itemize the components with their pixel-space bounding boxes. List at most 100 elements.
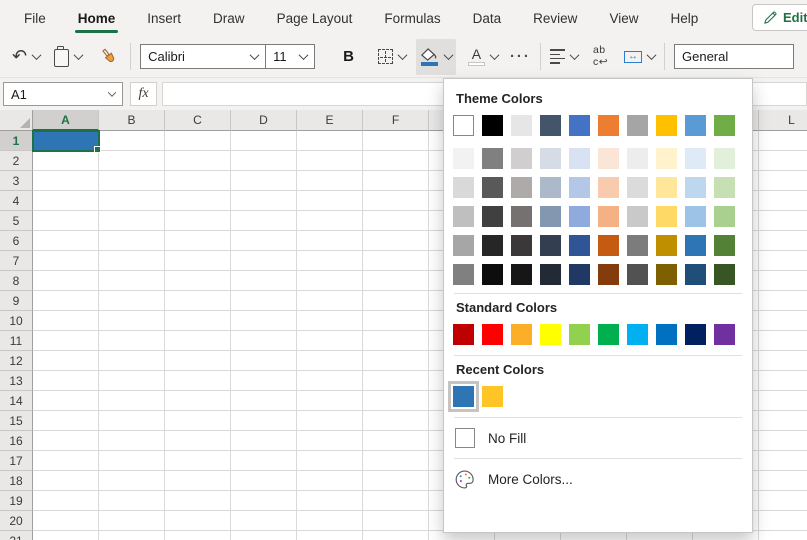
theme-variant-4-swatch-9[interactable] (714, 264, 735, 285)
column-header-A[interactable]: A (33, 110, 99, 131)
cell-E4[interactable] (297, 191, 363, 211)
theme-variant-1-swatch-1[interactable] (482, 177, 503, 198)
cell-E21[interactable] (297, 531, 363, 540)
theme-color-swatch-6[interactable] (627, 115, 648, 136)
cell-C4[interactable] (165, 191, 231, 211)
cell-A10[interactable] (33, 311, 99, 331)
theme-variant-1-swatch-6[interactable] (627, 177, 648, 198)
chevron-down-icon[interactable] (74, 50, 84, 60)
cell-B6[interactable] (99, 231, 165, 251)
cell-B13[interactable] (99, 371, 165, 391)
cell-F9[interactable] (363, 291, 429, 311)
cell-F16[interactable] (363, 431, 429, 451)
menu-tab-insert[interactable]: Insert (131, 0, 197, 36)
cell-E7[interactable] (297, 251, 363, 271)
cell-E18[interactable] (297, 471, 363, 491)
theme-variant-2-swatch-4[interactable] (569, 206, 590, 227)
cell-F19[interactable] (363, 491, 429, 511)
cell-B17[interactable] (99, 451, 165, 471)
cell-D4[interactable] (231, 191, 297, 211)
cell-L20[interactable] (759, 511, 807, 531)
cell-D6[interactable] (231, 231, 297, 251)
theme-color-swatch-3[interactable] (540, 115, 561, 136)
recent-color-swatch-0[interactable] (453, 386, 474, 407)
row-header-14[interactable]: 14 (0, 391, 33, 411)
recent-color-swatch-1[interactable] (482, 386, 503, 407)
cell-C21[interactable] (165, 531, 231, 540)
row-header-15[interactable]: 15 (0, 411, 33, 431)
theme-variant-2-swatch-8[interactable] (685, 206, 706, 227)
cell-E14[interactable] (297, 391, 363, 411)
cell-A6[interactable] (33, 231, 99, 251)
cell-F10[interactable] (363, 311, 429, 331)
row-header-4[interactable]: 4 (0, 191, 33, 211)
standard-color-swatch-2[interactable] (511, 324, 532, 345)
cell-E17[interactable] (297, 451, 363, 471)
row-header-1[interactable]: 1 (0, 131, 33, 151)
cell-B1[interactable] (99, 131, 165, 151)
font-size-select[interactable]: 11 (265, 44, 315, 69)
cell-L14[interactable] (759, 391, 807, 411)
cell-C14[interactable] (165, 391, 231, 411)
row-header-9[interactable]: 9 (0, 291, 33, 311)
row-header-20[interactable]: 20 (0, 511, 33, 531)
row-header-19[interactable]: 19 (0, 491, 33, 511)
cell-A15[interactable] (33, 411, 99, 431)
cell-C9[interactable] (165, 291, 231, 311)
more-colors-option[interactable]: More Colors... (452, 465, 744, 494)
theme-variant-1-swatch-3[interactable] (540, 177, 561, 198)
chevron-down-icon[interactable] (443, 50, 453, 60)
cell-A21[interactable] (33, 531, 99, 540)
theme-variant-3-swatch-8[interactable] (685, 235, 706, 256)
cell-B12[interactable] (99, 351, 165, 371)
theme-variant-1-swatch-8[interactable] (685, 177, 706, 198)
standard-color-swatch-0[interactable] (453, 324, 474, 345)
theme-variant-3-swatch-5[interactable] (598, 235, 619, 256)
column-header-B[interactable]: B (99, 110, 165, 131)
theme-variant-4-swatch-1[interactable] (482, 264, 503, 285)
cell-F4[interactable] (363, 191, 429, 211)
theme-variant-0-swatch-3[interactable] (540, 148, 561, 169)
standard-color-swatch-1[interactable] (482, 324, 503, 345)
cell-L6[interactable] (759, 231, 807, 251)
cell-D9[interactable] (231, 291, 297, 311)
cell-A4[interactable] (33, 191, 99, 211)
cell-L3[interactable] (759, 171, 807, 191)
cell-B4[interactable] (99, 191, 165, 211)
cell-L7[interactable] (759, 251, 807, 271)
cell-C19[interactable] (165, 491, 231, 511)
font-color-button[interactable]: A (468, 47, 498, 66)
cell-F14[interactable] (363, 391, 429, 411)
theme-variant-1-swatch-5[interactable] (598, 177, 619, 198)
column-header-C[interactable]: C (165, 110, 231, 131)
cell-E20[interactable] (297, 511, 363, 531)
cell-A9[interactable] (33, 291, 99, 311)
standard-color-swatch-5[interactable] (598, 324, 619, 345)
cell-C10[interactable] (165, 311, 231, 331)
theme-variant-0-swatch-8[interactable] (685, 148, 706, 169)
theme-variant-0-swatch-5[interactable] (598, 148, 619, 169)
cell-B16[interactable] (99, 431, 165, 451)
row-header-18[interactable]: 18 (0, 471, 33, 491)
cell-F7[interactable] (363, 251, 429, 271)
row-header-5[interactable]: 5 (0, 211, 33, 231)
cell-B20[interactable] (99, 511, 165, 531)
cell-C3[interactable] (165, 171, 231, 191)
theme-variant-4-swatch-4[interactable] (569, 264, 590, 285)
menu-tab-formulas[interactable]: Formulas (368, 0, 456, 36)
cell-D11[interactable] (231, 331, 297, 351)
fill-color-button[interactable] (416, 39, 456, 75)
cell-C7[interactable] (165, 251, 231, 271)
cell-L1[interactable] (759, 131, 807, 151)
no-fill-option[interactable]: No Fill (452, 424, 744, 452)
theme-variant-2-swatch-6[interactable] (627, 206, 648, 227)
theme-variant-3-swatch-4[interactable] (569, 235, 590, 256)
theme-variant-4-swatch-7[interactable] (656, 264, 677, 285)
cell-E13[interactable] (297, 371, 363, 391)
menu-tab-page-layout[interactable]: Page Layout (261, 0, 369, 36)
cell-F21[interactable] (363, 531, 429, 540)
theme-variant-2-swatch-3[interactable] (540, 206, 561, 227)
cell-C15[interactable] (165, 411, 231, 431)
standard-color-swatch-3[interactable] (540, 324, 561, 345)
cell-B21[interactable] (99, 531, 165, 540)
